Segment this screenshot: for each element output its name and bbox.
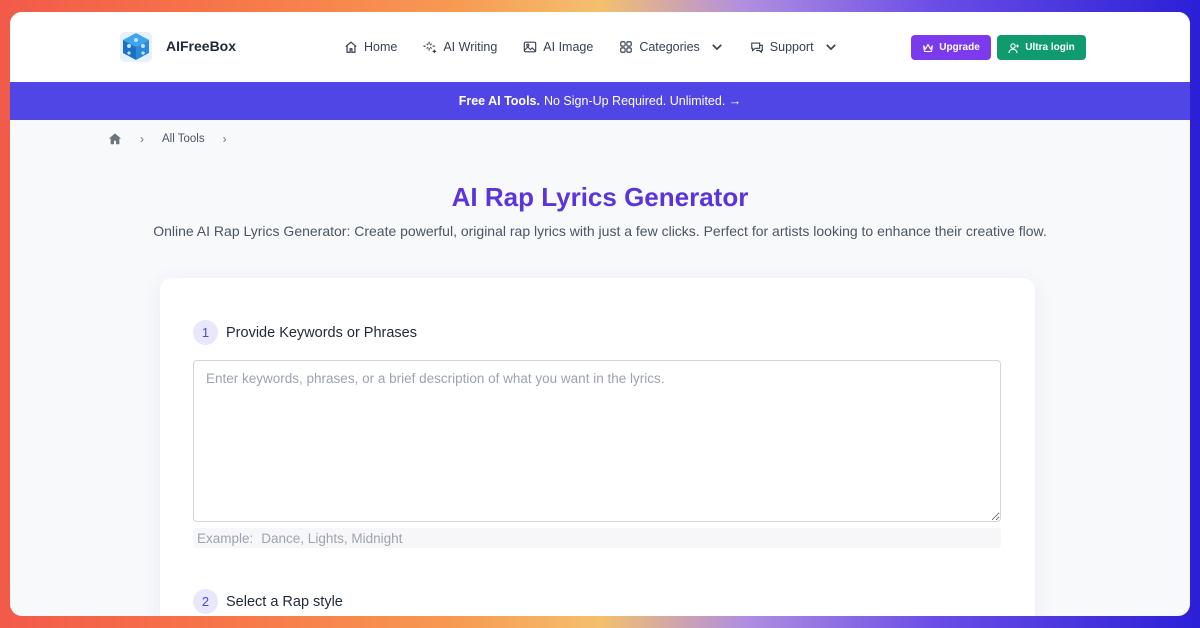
- home-icon[interactable]: [108, 132, 122, 146]
- nav-ai-image-label: AI Image: [543, 40, 594, 54]
- home-icon: [345, 41, 357, 53]
- main-nav: Home AI Writing AI Image Categories Supp…: [344, 12, 838, 82]
- page-title: AI Rap Lyrics Generator: [451, 182, 749, 212]
- nav-categories[interactable]: Categories: [619, 40, 723, 54]
- banner-bold-text: Free AI Tools.: [458, 94, 540, 108]
- step-1-header: 1 Provide Keywords or Phrases: [193, 320, 417, 345]
- chat-icon: [750, 42, 763, 54]
- generator-form-card: 1 Provide Keywords or Phrases Example: D…: [160, 278, 1035, 616]
- example-hint: Example: Dance, Lights, Midnight: [193, 528, 1001, 548]
- ultra-login-label: Ultra login: [1025, 42, 1075, 53]
- sparkles-icon: [423, 41, 437, 54]
- chevron-down-icon: [711, 44, 722, 51]
- banner-text: No Sign-Up Required. Unlimited. →: [543, 94, 742, 108]
- example-label: Example:: [197, 530, 254, 546]
- nav-support-label: Support: [769, 40, 814, 54]
- logo[interactable]: AIFreeBox: [116, 26, 236, 66]
- page-frame: AIFreeBox Home AI Writing AI Image Categ…: [10, 12, 1190, 616]
- logo-cube-icon: [120, 32, 152, 62]
- user-plus-icon: [1008, 42, 1020, 53]
- step-2-number: 2: [193, 589, 218, 614]
- breadcrumb: › All Tools ›: [108, 132, 227, 146]
- site-header: AIFreeBox Home AI Writing AI Image Categ…: [10, 12, 1190, 82]
- image-icon: [524, 41, 537, 53]
- promo-banner[interactable]: Free AI Tools. No Sign-Up Required. Unli…: [10, 82, 1190, 120]
- page-subtitle: Online AI Rap Lyrics Generator: Create p…: [153, 223, 1047, 239]
- chevron-down-icon: [825, 44, 836, 51]
- chevron-right-icon: ›: [222, 132, 227, 146]
- nav-ai-writing[interactable]: AI Writing: [423, 40, 497, 54]
- keywords-textarea[interactable]: [193, 360, 1001, 522]
- chevron-right-icon: ›: [140, 132, 144, 146]
- upgrade-button[interactable]: Upgrade: [911, 35, 991, 60]
- step-1-number: 1: [193, 320, 218, 345]
- nav-home[interactable]: Home: [344, 40, 397, 54]
- nav-home-label: Home: [364, 40, 398, 54]
- step-1-label: Provide Keywords or Phrases: [226, 324, 417, 341]
- example-value: Dance, Lights, Midnight: [261, 530, 403, 546]
- crown-icon: [923, 42, 934, 52]
- step-2-header: 2 Select a Rap style: [193, 589, 343, 614]
- nav-ai-image[interactable]: AI Image: [523, 40, 593, 54]
- breadcrumb-all-tools[interactable]: All Tools: [162, 133, 205, 145]
- nav-support[interactable]: Support: [750, 40, 838, 54]
- logo-text: AIFreeBox: [166, 38, 237, 54]
- grid-icon: [620, 41, 633, 53]
- ultra-login-button[interactable]: Ultra login: [997, 35, 1086, 60]
- upgrade-label: Upgrade: [939, 42, 980, 53]
- nav-categories-label: Categories: [639, 40, 700, 54]
- nav-ai-writing-label: AI Writing: [443, 40, 498, 54]
- step-2-label: Select a Rap style: [226, 593, 343, 610]
